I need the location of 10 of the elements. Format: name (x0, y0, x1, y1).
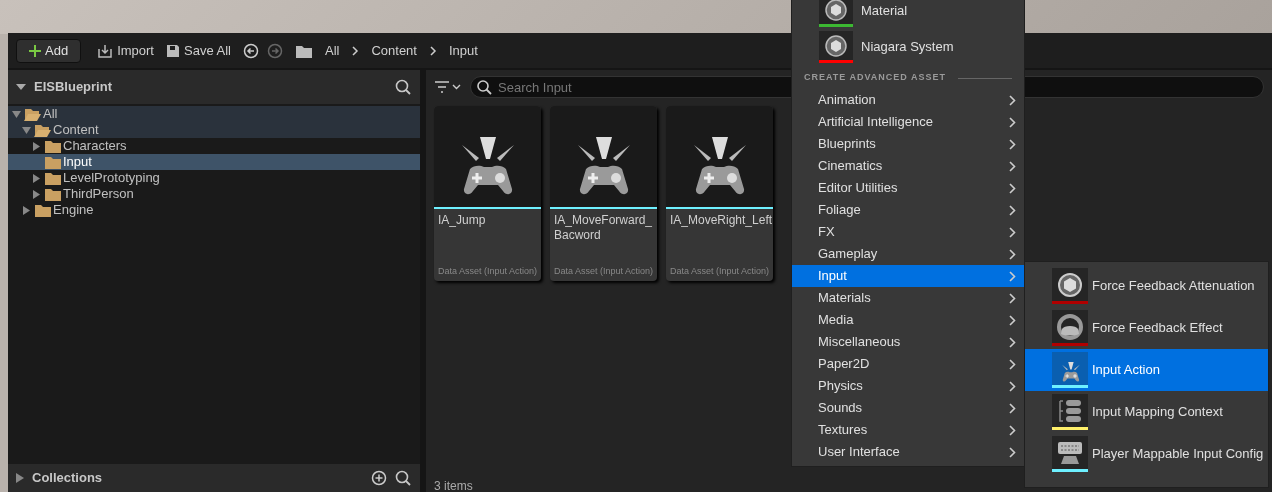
section-header: CREATE ADVANCED ASSET (804, 71, 946, 85)
panel-title: Collections (32, 469, 104, 488)
panel-title: EISBlueprint (34, 78, 113, 97)
asset-name: IA_Jump (437, 212, 487, 229)
asset-type: Data Asset (Input Action) (553, 264, 655, 278)
asset-name: IA_MoveForward_ Bacword (553, 212, 654, 244)
asset-name: IA_MoveRight_Left (669, 212, 773, 229)
item-count: 3 items (434, 479, 473, 492)
asset-type: Data Asset (Input Action) (669, 264, 771, 278)
asset-type: Data Asset (Input Action) (437, 264, 539, 278)
